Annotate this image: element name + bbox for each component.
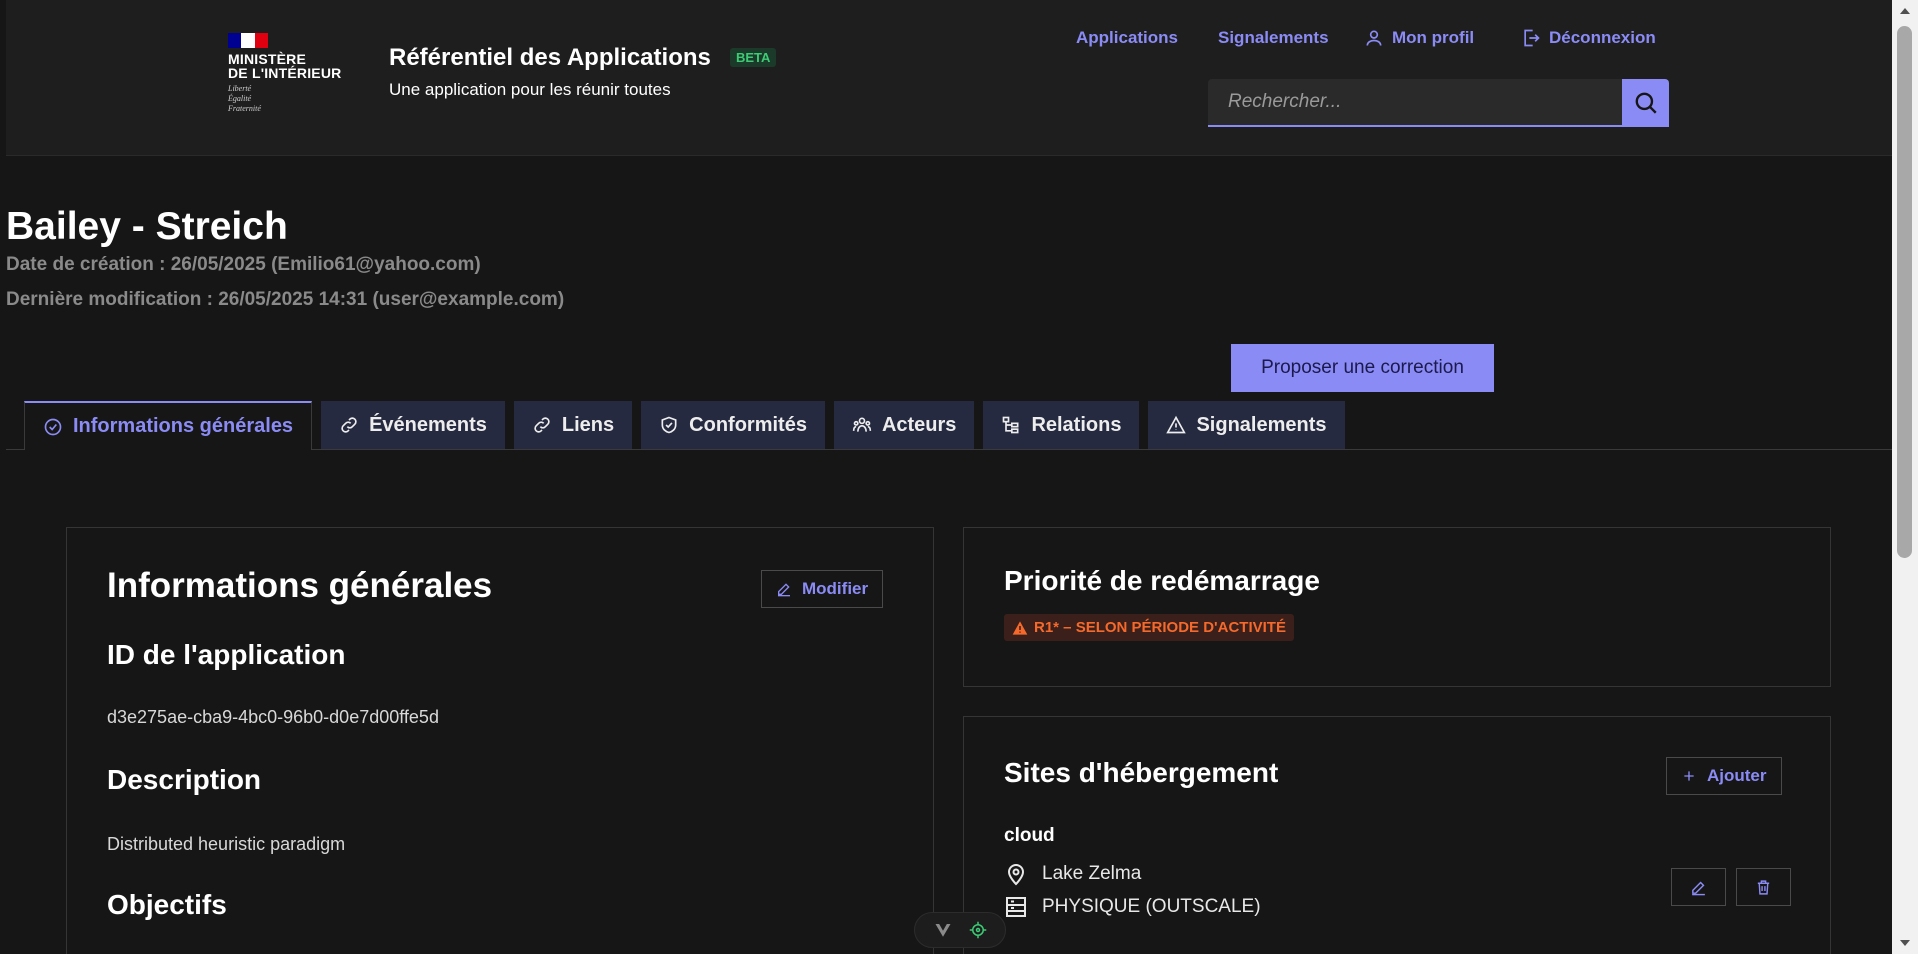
general-info-title: Informations générales (107, 566, 493, 605)
add-label: Ajouter (1707, 766, 1767, 785)
link-icon (534, 417, 550, 433)
objectives-label: Objectifs (107, 889, 227, 920)
search-button[interactable] (1622, 79, 1669, 127)
location-label: Lake Zelma (1042, 863, 1142, 884)
server-icon (1006, 897, 1026, 917)
tab-label: Acteurs (881, 413, 957, 436)
nav-signalements-label: Signalements (1218, 28, 1329, 47)
map-pin-icon (1007, 864, 1025, 886)
hierarchy-icon (1003, 416, 1019, 434)
nav-logout-link[interactable]: Déconnexion (1521, 28, 1656, 48)
nav-profile-label: Mon profil (1392, 28, 1475, 47)
floating-toolbar (914, 912, 1006, 948)
site-title[interactable]: Référentiel des Applications (389, 44, 711, 72)
logo-ministry-line1: MINISTÈRE (228, 51, 307, 67)
priority-badge-label: R1* – Selon période d'activité (1034, 619, 1286, 636)
scroll-up-arrow[interactable] (1900, 8, 1910, 14)
propose-correction-button[interactable]: Proposer une correction (1231, 344, 1494, 392)
app-id-value: d3e275ae-cba9-4bc0-96b0-d0e7d00ffe5d (107, 707, 439, 727)
check-circle-icon (44, 418, 62, 435)
app-id-label: ID de l'application (107, 639, 346, 670)
server-label: PHYSIQUE (OUTSCALE) (1042, 896, 1261, 917)
tab-label: Liens (561, 413, 615, 436)
edit-site-button[interactable] (1671, 868, 1726, 906)
tab-signalements[interactable]: Signalements (1148, 401, 1345, 449)
tab-acteurs[interactable]: Acteurs (833, 401, 975, 449)
add-hosting-site-button[interactable]: Ajouter (1666, 757, 1782, 795)
restart-priority-card: Priorité de redémarrage R1* – Selon péri… (963, 527, 1831, 687)
description-value: Distributed heuristic paradigm (107, 834, 346, 854)
logo-ministry-line2: DE L'INTÉRIEUR (228, 65, 342, 81)
trash-icon (1757, 879, 1770, 895)
hosting-location: Lake Zelma (1004, 862, 1141, 886)
motto-egalite: Égalité (228, 94, 252, 103)
scrollbar-thumb[interactable] (1897, 26, 1912, 558)
general-info-card: Informations générales Modifier ID de l'… (66, 527, 934, 954)
tab-label: Événements (369, 413, 487, 436)
tab-label: Informations générales (73, 415, 294, 437)
logout-icon (1524, 29, 1540, 47)
beta-badge: BETA (730, 48, 777, 67)
edit-label: Modifier (802, 579, 869, 598)
description-label: Description (107, 764, 262, 795)
team-icon (852, 417, 872, 432)
nav-applications-link[interactable]: Applications (1076, 28, 1178, 48)
french-flag-icon (228, 33, 268, 48)
pencil-icon (1692, 881, 1705, 895)
motto-fraternite: Fraternité (228, 104, 261, 113)
tab-liens[interactable]: Liens (513, 401, 633, 449)
tab-conformites[interactable]: Conformités (641, 401, 825, 449)
tab-label: Signalements (1196, 413, 1327, 436)
nav-logout-label: Déconnexion (1549, 28, 1656, 47)
page-scrollbar[interactable] (1892, 0, 1918, 954)
search-box (1208, 79, 1622, 127)
hosting-sites-title: Sites d'hébergement (1004, 757, 1279, 788)
target-icon[interactable] (969, 921, 987, 939)
warning-icon (1166, 415, 1187, 434)
vue-logo-icon[interactable] (934, 922, 952, 938)
plus-icon (1684, 771, 1694, 781)
restart-priority-title: Priorité de redémarrage (1004, 565, 1320, 596)
pencil-icon (778, 583, 790, 597)
site-header: MINISTÈRE DE L'INTÉRIEUR Liberté Égalité… (6, 0, 1892, 156)
page-title: Bailey - Streich (6, 205, 288, 248)
motto-liberte: Liberté (228, 84, 252, 93)
shield-check-icon (661, 416, 677, 434)
hosting-sites-card: Sites d'hébergement Ajouter cloud Lake Z… (963, 716, 1831, 954)
delete-site-button[interactable] (1736, 868, 1791, 906)
tab-relations[interactable]: Relations (983, 401, 1140, 449)
tab-evenements[interactable]: Événements (321, 401, 505, 449)
warning-icon (1012, 620, 1028, 635)
search-icon (1635, 92, 1657, 114)
creation-date: Date de création : 26/05/2025 (Emilio61@… (6, 254, 481, 275)
hosting-site-type: cloud (1004, 825, 1055, 846)
tab-label: Conformités (689, 413, 807, 436)
tab-bar: Informations générales Événements Liens … (24, 401, 1345, 450)
site-subtitle: Une application pour les réunir toutes (389, 80, 671, 99)
tab-label: Relations (1031, 413, 1122, 436)
nav-applications-label: Applications (1076, 28, 1179, 47)
tab-informations-generales[interactable]: Informations générales (24, 401, 313, 450)
link-icon (341, 417, 357, 433)
nav-signalements-link[interactable]: Signalements (1218, 28, 1329, 48)
ministry-logo[interactable]: MINISTÈRE DE L'INTÉRIEUR Liberté Égalité… (228, 33, 358, 114)
hosting-server: PHYSIQUE (OUTSCALE) (1004, 895, 1261, 919)
user-icon (1366, 30, 1382, 46)
nav-profile-link[interactable]: Mon profil (1364, 28, 1474, 48)
edit-general-button[interactable]: Modifier (761, 570, 884, 608)
priority-badge: R1* – Selon période d'activité (1004, 614, 1294, 641)
search-input[interactable] (1208, 79, 1622, 125)
logo-motto: Liberté Égalité Fraternité (228, 84, 358, 114)
scroll-down-arrow[interactable] (1900, 940, 1910, 946)
modification-date: Dernière modification : 26/05/2025 14:31… (6, 289, 565, 310)
